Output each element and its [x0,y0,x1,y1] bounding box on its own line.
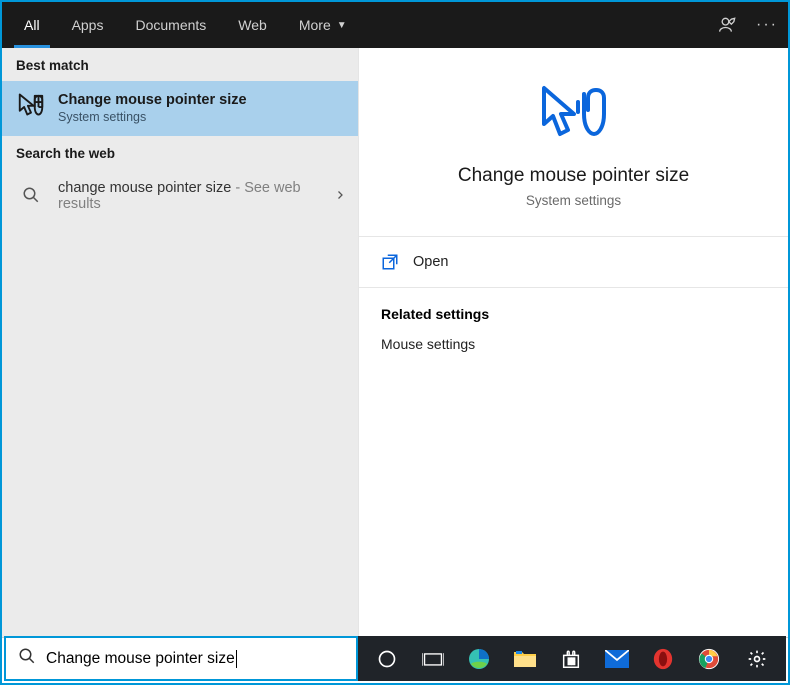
mouse-pointer-icon [379,84,768,145]
edge-icon[interactable] [456,636,502,681]
tab-web-label: Web [238,17,267,33]
tab-web[interactable]: Web [222,2,283,48]
opera-icon[interactable] [640,636,686,681]
mouse-pointer-icon [16,92,46,122]
search-box[interactable]: Change mouse pointer size [4,636,358,681]
cortana-icon[interactable] [364,636,410,681]
more-options-icon[interactable]: ··· [756,16,778,34]
preview-hero: Change mouse pointer size System setting… [359,48,788,237]
chevron-right-icon [334,188,346,206]
bottom-strip: Change mouse pointer size [4,636,786,681]
tab-more[interactable]: More ▼ [283,2,363,48]
tab-all-label: All [24,17,40,33]
open-label: Open [413,254,448,270]
search-input-text: Change mouse pointer size [46,650,235,668]
spacer [363,2,718,48]
open-action[interactable]: Open [359,237,788,288]
tab-apps-label: Apps [72,17,104,33]
chrome-icon[interactable] [686,636,732,681]
text-cursor [236,650,237,668]
web-result-text: change mouse pointer size - See web resu… [58,180,316,212]
search-icon [18,647,36,670]
tab-more-label: More [299,17,331,33]
related-settings: Related settings Mouse settings [359,288,788,370]
search-web-header: Search the web [2,136,358,169]
related-header: Related settings [381,306,766,322]
best-match-title: Change mouse pointer size [58,92,247,108]
settings-icon[interactable] [734,636,780,681]
task-view-icon[interactable] [410,636,456,681]
search-filter-tabs: All Apps Documents Web More ▼ ··· [2,2,788,48]
web-result-primary: change mouse pointer size [58,180,231,196]
feedback-icon[interactable] [718,15,738,35]
results-pane: Best match Change mouse pointer size Sys… [2,48,358,637]
related-item-mouse-settings[interactable]: Mouse settings [381,336,766,352]
tab-all[interactable]: All [8,2,56,48]
chevron-down-icon: ▼ [337,20,347,31]
preview-subtitle: System settings [379,193,768,208]
best-match-subtitle: System settings [58,110,247,124]
microsoft-store-icon[interactable] [548,636,594,681]
search-icon [16,180,46,210]
best-match-header: Best match [2,48,358,81]
preview-title: Change mouse pointer size [379,165,768,187]
open-icon [381,253,399,271]
tab-documents-label: Documents [135,17,206,33]
tab-apps[interactable]: Apps [56,2,120,48]
web-search-result[interactable]: change mouse pointer size - See web resu… [2,169,358,224]
mail-icon[interactable] [594,636,640,681]
taskbar [358,636,786,681]
file-explorer-icon[interactable] [502,636,548,681]
best-match-result[interactable]: Change mouse pointer size System setting… [2,81,358,136]
preview-pane: Change mouse pointer size System setting… [358,48,788,637]
tab-documents[interactable]: Documents [119,2,222,48]
